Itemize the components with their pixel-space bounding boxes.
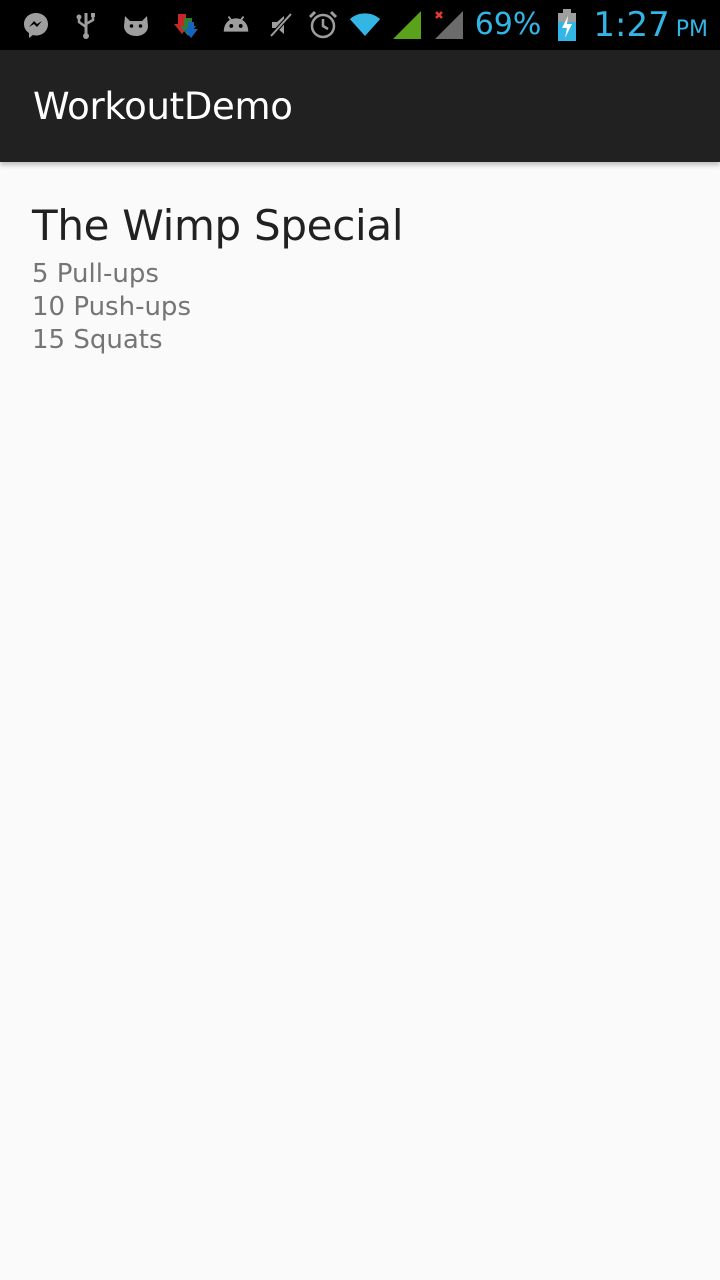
- clock-ampm: PM: [675, 17, 708, 42]
- workout-detail: The Wimp Special 5 Pull-ups 10 Push-ups …: [32, 200, 688, 357]
- alarm-icon: [307, 9, 339, 41]
- app-title: WorkoutDemo: [33, 84, 293, 128]
- action-bar: WorkoutDemo: [0, 50, 720, 162]
- wifi-icon: [349, 9, 381, 41]
- clock-time: 1:27: [593, 5, 670, 45]
- messenger-icon: [20, 9, 52, 41]
- download-icon: [170, 9, 202, 41]
- exercise-item: 10 Push-ups: [32, 292, 191, 322]
- workout-name: The Wimp Special: [32, 201, 404, 250]
- clock: 1:27 PM: [593, 8, 708, 42]
- android-icon: [220, 9, 252, 41]
- battery-percent: 69%: [474, 7, 542, 42]
- exercise-item: 5 Pull-ups: [32, 259, 159, 289]
- system-icons: 69% 1:27 PM: [265, 8, 708, 42]
- status-bar: 69% 1:27 PM: [0, 0, 720, 50]
- mute-icon: [265, 9, 297, 41]
- signal-icon: [391, 9, 423, 41]
- no-signal-icon: [433, 9, 465, 41]
- usb-icon: [70, 9, 102, 41]
- exercise-item: 15 Squats: [32, 325, 163, 355]
- notification-icons: [20, 9, 252, 41]
- exercise-list: 5 Pull-ups 10 Push-ups 15 Squats: [32, 258, 688, 357]
- battery-charging-icon: [551, 9, 583, 41]
- cat-app-icon: [120, 9, 152, 41]
